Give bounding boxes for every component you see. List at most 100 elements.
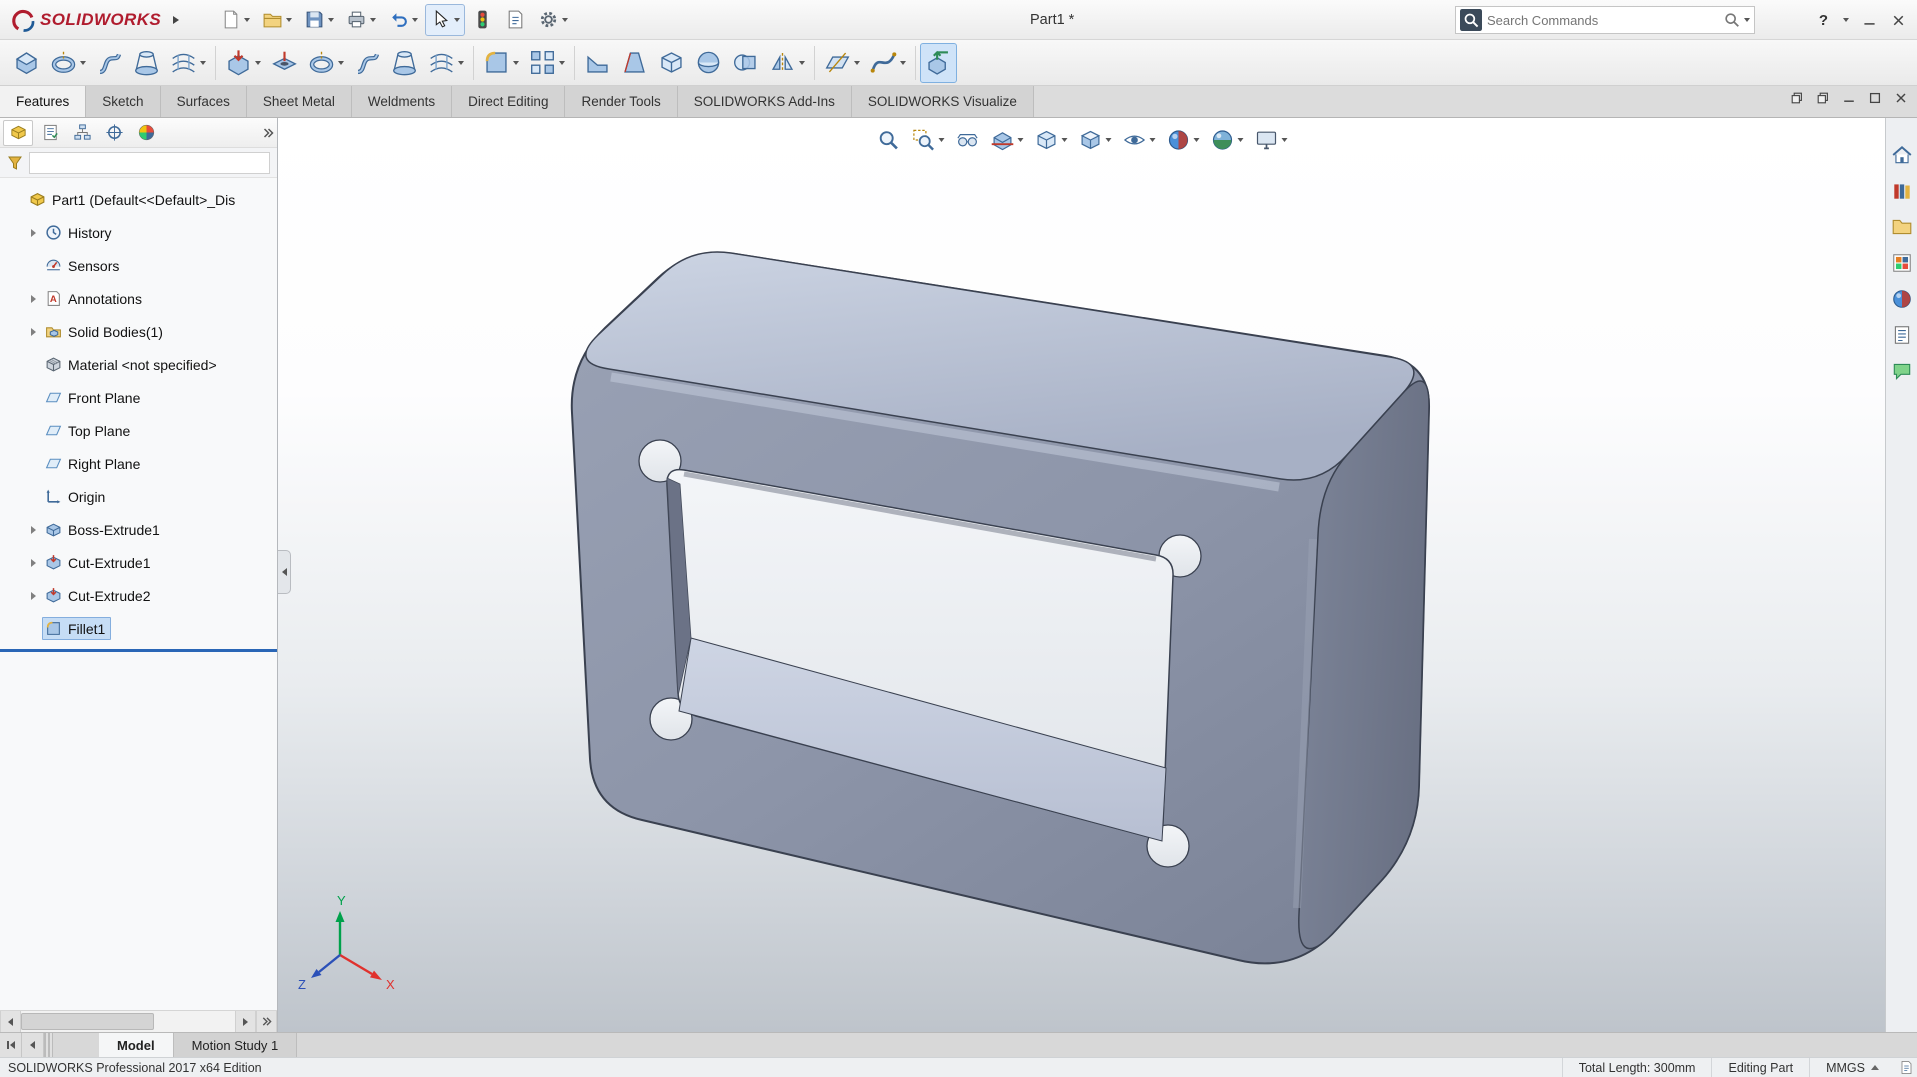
tags-button[interactable]	[1895, 1060, 1917, 1075]
tree-item-solid-bodies[interactable]: Solid Bodies(1)	[0, 315, 277, 348]
propertymanager-tab[interactable]	[35, 120, 65, 146]
tree-item-origin[interactable]: Origin	[0, 480, 277, 513]
tree-item-sensors[interactable]: Sensors	[0, 249, 277, 282]
hide-show-items-button[interactable]	[1118, 124, 1159, 156]
revolved-cut-dropdown-icon[interactable]	[338, 60, 344, 65]
solidworks-resources-button[interactable]	[1891, 144, 1913, 166]
tab-direct-editing[interactable]: Direct Editing	[452, 86, 566, 117]
tab-model[interactable]: Model	[99, 1033, 174, 1057]
close-document-button[interactable]	[1893, 90, 1909, 106]
fillet-dropdown-icon[interactable]	[513, 60, 519, 65]
select-dropdown-icon[interactable]	[454, 17, 461, 22]
extruded-cut-button[interactable]	[220, 43, 266, 83]
selection-lights-button[interactable]	[467, 4, 498, 36]
boundary-boss-dropdown-icon[interactable]	[200, 60, 206, 65]
scrollbar-track[interactable]	[21, 1011, 235, 1032]
tab-sheet-metal[interactable]: Sheet Metal	[246, 86, 352, 117]
design-library-button[interactable]	[1891, 180, 1913, 202]
filter-funnel-icon[interactable]	[7, 155, 23, 171]
select-button[interactable]	[425, 3, 466, 36]
file-properties-button[interactable]	[500, 4, 531, 36]
mirror-dropdown-icon[interactable]	[799, 60, 805, 65]
view-palette-button[interactable]	[1891, 252, 1913, 274]
collapse-panel-button[interactable]	[278, 550, 291, 594]
part-3d-model[interactable]: Y X Z	[278, 118, 1885, 1032]
previous-view-button[interactable]	[951, 124, 983, 156]
expand-arrow-icon[interactable]	[30, 558, 36, 567]
displaymanager-tab[interactable]	[131, 120, 161, 146]
tab-solidworks-add-ins[interactable]: SOLIDWORKS Add-Ins	[677, 86, 852, 117]
reference-geometry-button[interactable]	[819, 43, 865, 83]
help-button[interactable]: ?	[1819, 12, 1828, 29]
tab-splitter-handle[interactable]	[44, 1033, 53, 1057]
print-dropdown-icon[interactable]	[370, 17, 377, 22]
dimxpertmanager-tab[interactable]	[99, 120, 129, 146]
featuremanager-tab[interactable]	[3, 119, 33, 146]
new-document-button[interactable]	[215, 4, 255, 36]
search-button[interactable]	[1723, 11, 1741, 29]
zoom-dropdown-icon[interactable]	[938, 138, 944, 142]
revolved-cut-button[interactable]	[303, 43, 349, 83]
scroll-right-button[interactable]	[235, 1011, 256, 1032]
print-button[interactable]	[341, 4, 381, 36]
view-settings-button[interactable]	[1250, 124, 1291, 156]
tab-solidworks-visualize[interactable]: SOLIDWORKS Visualize	[851, 86, 1034, 117]
section-view-button[interactable]	[986, 124, 1027, 156]
tree-item-boss-extrude1[interactable]: Boss-Extrude1	[0, 513, 277, 546]
appearances-scenes-button[interactable]	[1891, 288, 1913, 310]
help-dropdown-icon[interactable]	[1843, 18, 1849, 22]
tree-item-annotations[interactable]: Annotations	[0, 282, 277, 315]
lofted-cut-button[interactable]	[386, 43, 423, 83]
tree-item-history[interactable]: History	[0, 216, 277, 249]
search-input[interactable]	[1487, 12, 1723, 28]
rib-button[interactable]	[579, 43, 616, 83]
shell-button[interactable]	[653, 43, 690, 83]
expand-arrow-icon[interactable]	[30, 525, 36, 534]
fillet-button[interactable]	[478, 43, 524, 83]
cascade-windows-button[interactable]	[1789, 90, 1805, 106]
scrollbar-thumb[interactable]	[21, 1013, 154, 1030]
new-dropdown-icon[interactable]	[244, 17, 251, 22]
draft-button[interactable]	[616, 43, 653, 83]
open-button[interactable]	[257, 4, 297, 36]
hole-wizard-button[interactable]	[266, 43, 303, 83]
instant3d-button[interactable]	[920, 42, 957, 83]
tree-item-material[interactable]: Material <not specified>	[0, 348, 277, 381]
extruded-cut-dropdown-icon[interactable]	[255, 60, 261, 65]
minimize-document-button[interactable]	[1841, 90, 1857, 106]
view-orientation-dropdown-icon[interactable]	[1061, 138, 1067, 142]
options-dropdown-icon[interactable]	[562, 17, 569, 22]
scroll-left-button[interactable]	[0, 1011, 21, 1032]
options-button[interactable]	[533, 4, 573, 36]
configurationmanager-tab[interactable]	[67, 120, 97, 146]
units-selector[interactable]: MMGS	[1809, 1058, 1895, 1077]
panel-expand-button[interactable]	[256, 1011, 277, 1032]
hide-show-dropdown-icon[interactable]	[1149, 138, 1155, 142]
graphics-area[interactable]: Y X Z	[278, 118, 1885, 1032]
boundary-cut-dropdown-icon[interactable]	[458, 60, 464, 65]
expand-arrow-icon[interactable]	[30, 327, 36, 336]
file-explorer-button[interactable]	[1891, 216, 1913, 238]
expand-arrow-icon[interactable]	[30, 591, 36, 600]
save-dropdown-icon[interactable]	[328, 17, 335, 22]
tree-item-part1[interactable]: Part1 (Default<<Default>_Dis	[0, 183, 277, 216]
wrap-button[interactable]	[690, 43, 727, 83]
expand-arrow-icon[interactable]	[30, 228, 36, 237]
boundary-cut-button[interactable]	[423, 43, 469, 83]
manager-tabs-overflow-button[interactable]	[262, 127, 274, 139]
solidworks-forum-button[interactable]	[1891, 360, 1913, 382]
extruded-boss-base-button[interactable]	[8, 43, 45, 83]
revolved-boss-dropdown-icon[interactable]	[80, 60, 86, 65]
swept-cut-button[interactable]	[349, 43, 386, 83]
display-style-button[interactable]	[1074, 124, 1115, 156]
view-settings-dropdown-icon[interactable]	[1281, 138, 1287, 142]
tree-item-right-plane[interactable]: Right Plane	[0, 447, 277, 480]
close-button[interactable]	[1890, 12, 1907, 29]
curves-dropdown-icon[interactable]	[900, 60, 906, 65]
search-scope-icon[interactable]	[1460, 9, 1482, 31]
reference-geometry-dropdown-icon[interactable]	[854, 60, 860, 65]
apply-scene-dropdown-icon[interactable]	[1237, 138, 1243, 142]
swept-boss-base-button[interactable]	[91, 43, 128, 83]
tree-item-cut-extrude2[interactable]: Cut-Extrude2	[0, 579, 277, 612]
tab-sketch[interactable]: Sketch	[86, 86, 161, 117]
